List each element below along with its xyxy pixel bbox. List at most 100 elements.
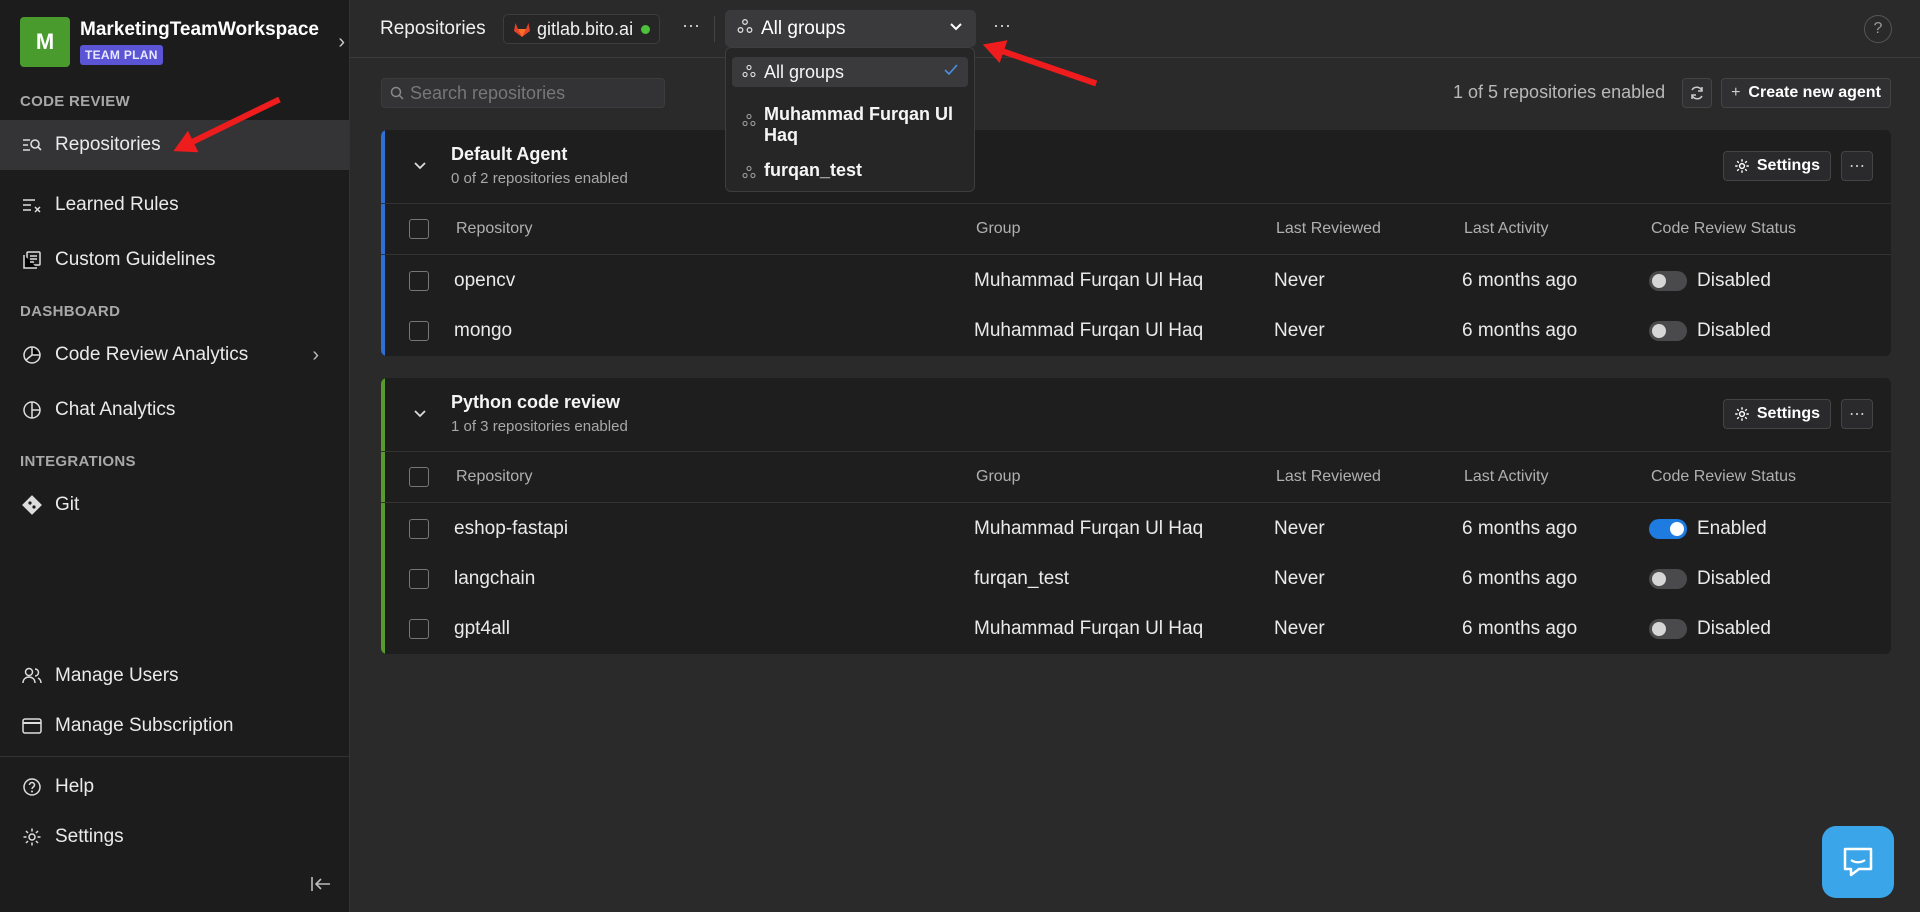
review-toggle[interactable] <box>1649 569 1687 589</box>
select-all-checkbox[interactable] <box>409 219 429 239</box>
table-header: Repository Group Last Reviewed Last Acti… <box>381 204 1891 255</box>
review-toggle[interactable] <box>1649 519 1687 539</box>
col-repository: Repository <box>456 220 533 237</box>
menu-item-label: furqan_test <box>764 160 863 180</box>
group-icon <box>742 62 756 83</box>
last-reviewed: Never <box>1274 568 1325 589</box>
group-select[interactable]: All groups <box>725 10 976 47</box>
table-row: opencv Muhammad Furqan Ul Haq Never 6 mo… <box>381 256 1891 306</box>
col-repository: Repository <box>456 468 533 485</box>
workspace-avatar: M <box>20 17 70 67</box>
last-activity: 6 months ago <box>1462 270 1578 291</box>
menu-item-all-groups[interactable]: All groups <box>732 57 968 87</box>
col-status: Code Review Status <box>1651 220 1796 237</box>
select-all-checkbox[interactable] <box>409 467 429 487</box>
create-agent-label: Create new agent <box>1748 84 1881 101</box>
repo-name: eshop-fastapi <box>454 518 569 539</box>
sidebar-item-manage-users[interactable]: Manage Users <box>0 651 349 701</box>
chevron-down-icon[interactable] <box>413 406 427 425</box>
sidebar-item-label: Settings <box>55 826 124 847</box>
plus-icon: + <box>1731 84 1741 101</box>
sidebar-item-help[interactable]: Help <box>0 762 349 812</box>
gear-icon <box>1734 158 1750 174</box>
git-host-name: gitlab.bito.ai <box>537 18 634 39</box>
sidebar-item-label: Custom Guidelines <box>55 249 216 270</box>
sidebar-item-label: Help <box>55 776 95 797</box>
agent-settings-button[interactable]: Settings <box>1722 151 1831 181</box>
col-status: Code Review Status <box>1651 468 1796 485</box>
row-checkbox[interactable] <box>409 519 429 539</box>
col-last-reviewed: Last Reviewed <box>1276 220 1381 237</box>
review-toggle[interactable] <box>1649 271 1687 291</box>
sidebar-item-settings[interactable]: Settings <box>0 812 349 862</box>
agent-title: Python code review <box>451 392 621 412</box>
group-icon <box>742 163 756 184</box>
repo-group: Muhammad Furqan Ul Haq <box>974 320 1204 341</box>
git-host-chip[interactable]: gitlab.bito.ai <box>503 14 661 44</box>
status-text: Enabled <box>1697 518 1767 539</box>
row-checkbox[interactable] <box>409 569 429 589</box>
table-header: Repository Group Last Reviewed Last Acti… <box>381 452 1891 503</box>
search-input[interactable] <box>410 82 660 104</box>
last-activity: 6 months ago <box>1462 518 1578 539</box>
status-text: Disabled <box>1697 270 1771 291</box>
collapse-sidebar-icon[interactable] <box>310 876 332 897</box>
last-reviewed: Never <box>1274 518 1325 539</box>
status-text: Disabled <box>1697 320 1771 341</box>
help-button[interactable]: ? <box>1864 15 1892 43</box>
agent-more-button[interactable]: ⋯ <box>1841 151 1873 181</box>
review-toggle[interactable] <box>1649 321 1687 341</box>
col-last-activity: Last Activity <box>1464 220 1549 237</box>
check-icon <box>944 63 958 81</box>
table-row: eshop-fastapi Muhammad Furqan Ul Haq Nev… <box>381 504 1891 554</box>
sidebar-item-label: Repositories <box>55 134 161 155</box>
workspace-name: MarketingTeamWorkspace <box>80 19 319 40</box>
host-more-button[interactable]: ⋯ <box>682 16 700 37</box>
sidebar-item-manage-subscription[interactable]: Manage Subscription <box>0 701 349 751</box>
chevron-down-icon[interactable] <box>413 158 427 177</box>
last-reviewed: Never <box>1274 320 1325 341</box>
agent-subtitle: 1 of 3 repositories enabled <box>451 418 628 435</box>
status-text: Disabled <box>1697 568 1771 589</box>
sidebar-item-label: Manage Users <box>55 665 179 686</box>
enabled-count: 1 of 5 repositories enabled <box>1453 82 1666 102</box>
last-reviewed: Never <box>1274 618 1325 639</box>
users-icon <box>22 666 42 686</box>
agent-settings-button[interactable]: Settings <box>1722 399 1831 429</box>
gitlab-icon <box>513 21 531 38</box>
agent-subtitle: 0 of 2 repositories enabled <box>451 170 628 187</box>
row-checkbox[interactable] <box>409 321 429 341</box>
refresh-button[interactable] <box>1682 78 1712 108</box>
agent-card-python: Python code review 1 of 3 repositories e… <box>381 378 1891 654</box>
create-agent-button[interactable]: + Create new agent <box>1721 78 1891 108</box>
group-select-value: All groups <box>761 17 846 39</box>
agent-more-button[interactable]: ⋯ <box>1841 399 1873 429</box>
menu-item-furqan-test[interactable]: furqan_test <box>732 160 968 184</box>
menu-item-muhammad-furqan-ul-haq[interactable]: Muhammad Furqan Ul Haq <box>732 104 968 146</box>
sidebar-item-code-review-analytics[interactable]: Code Review Analytics › <box>0 330 349 380</box>
plan-badge: TEAM PLAN <box>80 45 163 65</box>
col-group: Group <box>976 220 1021 237</box>
group-icon <box>737 18 753 40</box>
sidebar-item-custom-guidelines[interactable]: Custom Guidelines <box>0 235 349 285</box>
chat-widget-button[interactable] <box>1822 826 1894 898</box>
sidebar-item-learned-rules[interactable]: Learned Rules <box>0 180 349 230</box>
repo-name: mongo <box>454 320 513 341</box>
gear-icon <box>22 827 42 847</box>
repo-group: furqan_test <box>974 568 1070 589</box>
search-box[interactable] <box>381 78 665 108</box>
section-label-integrations: INTEGRATIONS <box>20 453 136 470</box>
sidebar-item-git[interactable]: Git <box>0 480 349 530</box>
sidebar-item-chat-analytics[interactable]: Chat Analytics <box>0 385 349 435</box>
row-checkbox[interactable] <box>409 619 429 639</box>
sidebar-item-label: Learned Rules <box>55 194 179 215</box>
row-checkbox[interactable] <box>409 271 429 291</box>
workspace-switcher[interactable]: M MarketingTeamWorkspace TEAM PLAN › <box>20 17 345 67</box>
sidebar-item-label: Code Review Analytics <box>55 344 249 365</box>
review-toggle[interactable] <box>1649 619 1687 639</box>
group-more-button[interactable]: ⋯ <box>993 16 1011 37</box>
group-icon <box>742 107 756 132</box>
rules-icon <box>22 195 42 215</box>
col-last-activity: Last Activity <box>1464 468 1549 485</box>
repo-group: Muhammad Furqan Ul Haq <box>974 518 1204 539</box>
